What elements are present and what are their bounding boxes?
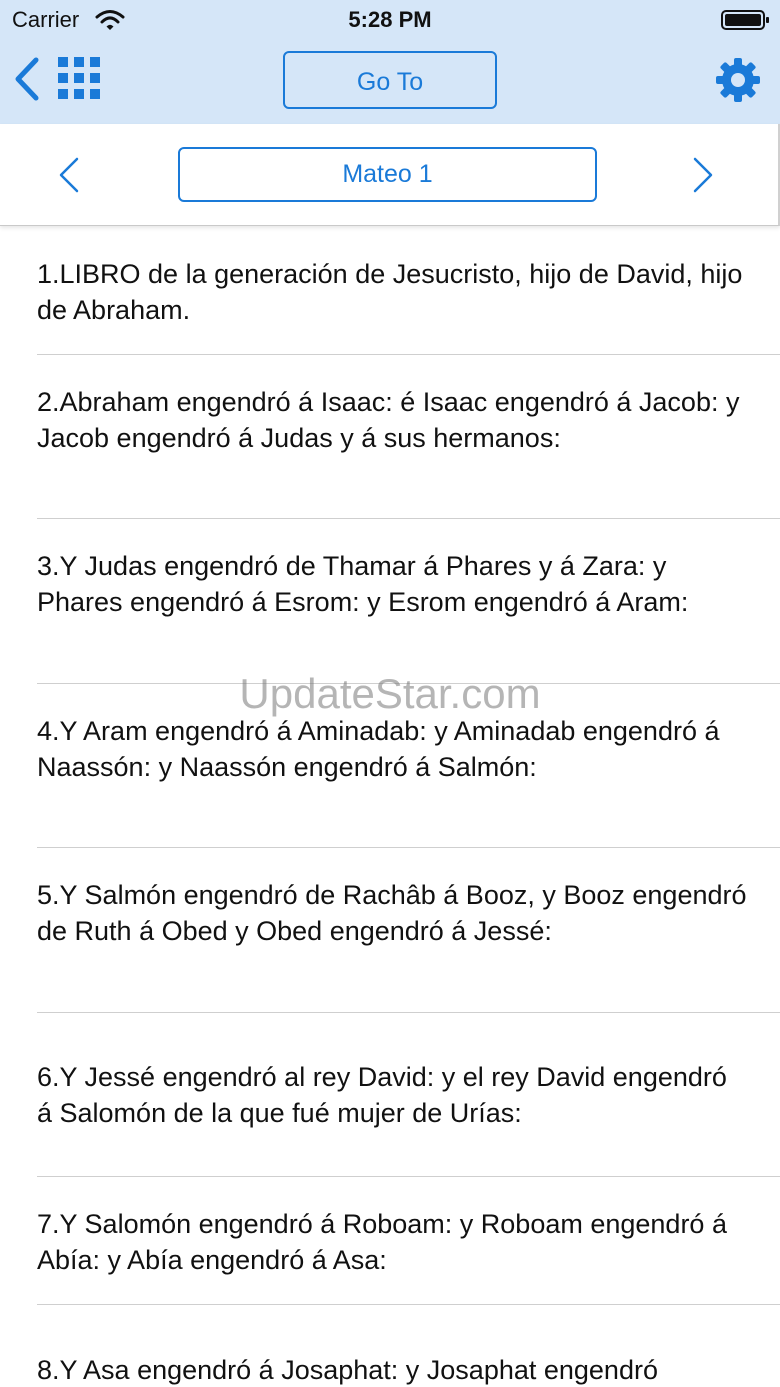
status-bar: Carrier 5:28 PM [0,0,780,40]
verse-divider [37,847,780,848]
status-time: 5:28 PM [348,7,432,32]
verse-item[interactable]: 3.Y Judas engendró de Thamar á Phares y … [37,548,747,620]
verse-item[interactable]: 1.LIBRO de la generación de Jesucristo, … [37,256,747,328]
top-bar: Carrier 5:28 PM Go To [0,0,780,124]
verse-item[interactable]: 5.Y Salmón engendró de Rachâb á Booz, y … [37,877,747,949]
verse-list[interactable]: 1.LIBRO de la generación de Jesucristo, … [0,226,780,1387]
verse-item[interactable]: 4.Y Aram engendró á Aminadab: y Aminadab… [37,713,747,785]
verse-item[interactable]: 8.Y Asa engendró á Josaphat: y Josaphat … [37,1352,747,1387]
verse-item[interactable]: 7.Y Salomón engendró á Roboam: y Roboam … [37,1206,747,1278]
battery-icon [721,10,769,30]
chapter-selector-button[interactable]: Mateo 1 [178,147,597,202]
verse-divider [37,1304,780,1305]
next-chapter-chevron-icon[interactable] [690,156,716,194]
verse-item[interactable]: 6.Y Jessé engendró al rey David: y el re… [37,1059,747,1131]
previous-chapter-chevron-icon[interactable] [56,156,82,194]
verse-divider [37,1176,780,1177]
verse-divider [37,354,780,355]
back-chevron-icon[interactable] [12,56,42,102]
verse-divider [37,1012,780,1013]
verse-divider [37,518,780,519]
bible-reader-screen: Carrier 5:28 PM Go To Mateo 1 1.LIBRO de… [0,0,780,1387]
verse-item[interactable]: 2.Abraham engendró á Isaac: é Isaac enge… [37,384,747,456]
verse-divider [37,683,780,684]
gear-icon[interactable] [715,57,761,103]
chapter-navigation-bar: Mateo 1 [0,124,780,226]
grid-icon[interactable] [58,57,100,99]
go-to-button[interactable]: Go To [283,51,497,109]
